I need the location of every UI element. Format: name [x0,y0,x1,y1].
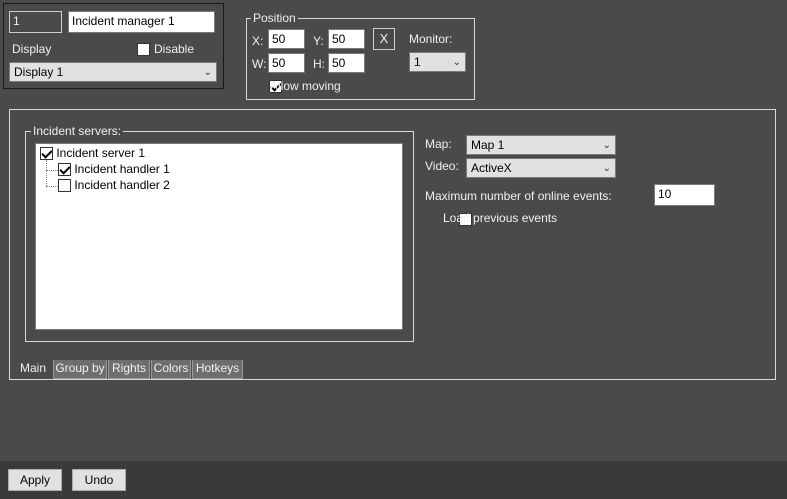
chevron-down-icon: ⌄ [203,67,212,78]
disable-label: Disable [154,42,195,56]
id-field[interactable]: 1 [9,11,62,33]
undo-button[interactable]: Undo [72,469,126,491]
w-label: W: [252,57,267,71]
h-field[interactable]: 50 [328,53,365,73]
map-label: Map: [425,137,452,151]
display-select[interactable]: Display 1 ⌄ [9,62,217,82]
tree-line-h2 [46,186,58,187]
h-label: H: [313,57,325,71]
max-events-label: Maximum number of online events: [425,189,612,203]
map-select[interactable]: Map 1 ⌄ [466,135,616,155]
max-events-field[interactable]: 10 [654,184,715,206]
handler-1-checkbox[interactable] [58,163,71,177]
tab-group-by[interactable]: Group by [53,360,107,379]
w-field[interactable]: 50 [268,53,305,73]
monitor-select[interactable]: 1 ⌄ [409,52,466,72]
monitor-label: Monitor: [409,32,453,46]
tree-item-handler-1[interactable]: Incident handler 1 [58,162,170,177]
position-legend: Position [251,11,298,25]
apply-button[interactable]: Apply [8,469,62,491]
video-label: Video: [425,159,459,173]
display-label: Display [12,42,52,56]
map-select-value: Map 1 [471,138,505,152]
monitor-select-value: 1 [414,55,421,69]
x-field[interactable]: 50 [268,29,305,49]
video-select-value: ActiveX [471,161,512,175]
load-previous-label: Load previous events [443,211,558,225]
tree-item-server-1[interactable]: Incident server 1 [40,146,146,161]
chevron-down-icon: ⌄ [602,163,611,174]
display-select-value: Display 1 [14,65,64,79]
allow-moving-label: Allow moving [270,79,341,93]
incident-servers-legend: Incident servers: [31,124,124,138]
tree-line-h1 [46,170,58,171]
tree-item-handler-2[interactable]: Incident handler 2 [58,178,170,193]
server-1-label: Incident server 1 [56,146,146,160]
tab-hotkeys[interactable]: Hotkeys [192,360,243,379]
tab-rights[interactable]: Rights [108,360,150,379]
x-button[interactable]: X [373,28,395,50]
y-label: Y: [313,34,324,48]
handler-2-label: Incident handler 2 [74,178,170,192]
x-label: X: [252,34,264,48]
y-field[interactable]: 50 [328,29,365,49]
video-select[interactable]: ActiveX ⌄ [466,158,616,178]
tab-colors[interactable]: Colors [151,360,191,379]
chevron-down-icon: ⌄ [602,140,611,151]
incident-servers-tree[interactable]: Incident server 1 Incident handler 1 Inc… [35,143,403,330]
handler-1-label: Incident handler 1 [74,162,170,176]
server-1-checkbox[interactable] [40,147,53,161]
handler-2-checkbox[interactable] [58,179,71,193]
disable-checkbox[interactable] [137,43,150,57]
name-field[interactable]: Incident manager 1 [68,11,215,33]
chevron-down-icon: ⌄ [452,57,461,68]
tree-line-vertical [46,160,47,186]
tab-main[interactable]: Main [15,360,51,379]
